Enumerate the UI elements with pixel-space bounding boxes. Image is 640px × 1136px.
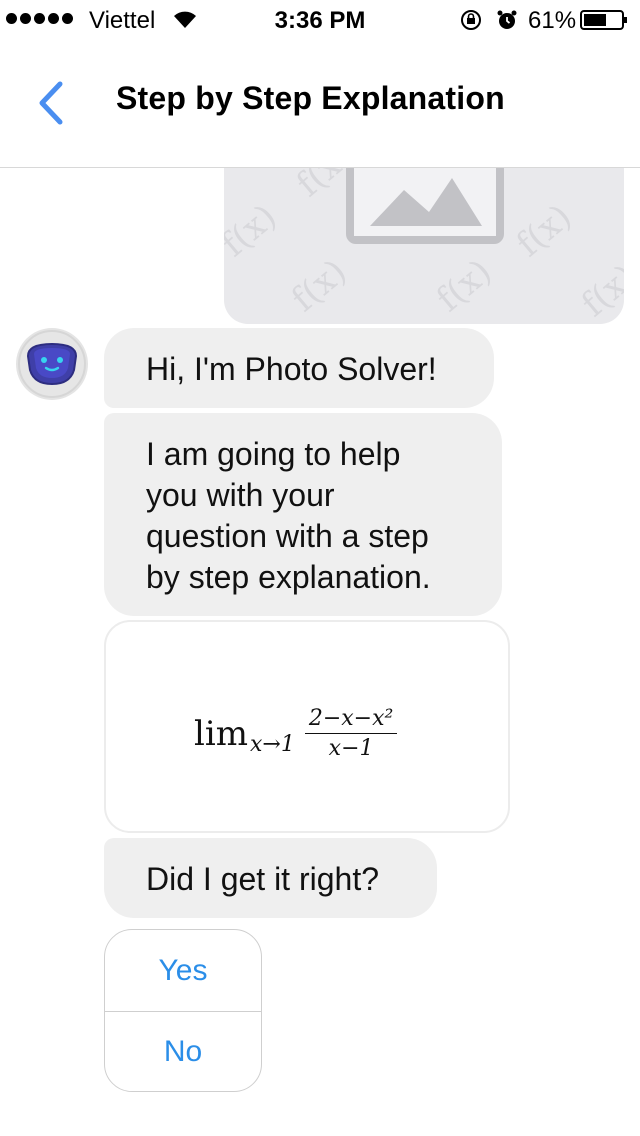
page-title: Step by Step Explanation	[116, 80, 505, 116]
robot-face-icon	[18, 330, 86, 398]
answer-options: Yes No	[104, 929, 262, 1092]
battery-percent: 61%	[528, 7, 577, 34]
alarm-icon	[497, 10, 517, 29]
orientation-lock-icon	[461, 10, 481, 30]
status-bar: Viettel 3:36 PM 61%	[0, 0, 640, 40]
bot-message-greeting: Hi, I'm Photo Solver!	[104, 328, 494, 408]
image-placeholder-icon: f(x) f(x) f(x) f(x) f(x) f(x)	[224, 168, 624, 324]
battery-icon	[580, 10, 627, 30]
math-lim: lim	[194, 713, 248, 754]
no-button[interactable]: No	[105, 1011, 261, 1091]
chevron-left-icon[interactable]	[24, 78, 74, 128]
sent-photo-placeholder[interactable]: f(x) f(x) f(x) f(x) f(x) f(x)	[224, 168, 624, 324]
math-fraction: 2−x−x² x−1	[304, 706, 398, 761]
watermark-text: f(x)	[574, 257, 624, 324]
avatar	[16, 328, 88, 400]
navigation-bar: Step by Step Explanation	[0, 40, 640, 168]
math-denominator: x−1	[328, 736, 374, 761]
bot-message-question: Did I get it right?	[104, 838, 437, 918]
watermark-text: f(x)	[429, 252, 499, 320]
yes-button[interactable]: Yes	[105, 930, 261, 1011]
watermark-text: f(x)	[509, 197, 579, 265]
math-expression: lim x→1 2−x−x² x−1	[194, 706, 398, 761]
bot-message-intro: I am going to help you with your questio…	[104, 413, 502, 616]
math-numerator: 2−x−x²	[304, 706, 398, 734]
math-limit-subscript: x→1	[250, 732, 295, 757]
math-problem-card[interactable]: lim x→1 2−x−x² x−1	[104, 620, 510, 833]
watermark-text: f(x)	[284, 252, 354, 320]
watermark-text: f(x)	[224, 197, 284, 265]
